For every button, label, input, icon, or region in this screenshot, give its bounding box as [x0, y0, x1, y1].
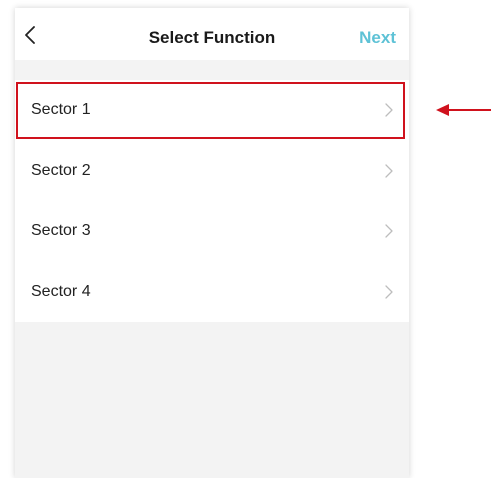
list-item-sector-2[interactable]: Sector 2 — [15, 141, 409, 202]
sector-list: Sector 1 Sector 2 Sector 3 Sector 4 — [15, 80, 409, 322]
arrow-left-icon — [436, 104, 491, 116]
list-item-label: Sector 2 — [31, 161, 91, 179]
list-item-label: Sector 1 — [31, 101, 91, 119]
page-title: Select Function — [148, 28, 276, 47]
list-item-label: Sector 4 — [31, 282, 91, 300]
list-item-label: Sector 3 — [31, 222, 91, 240]
list-item-sector-1[interactable]: Sector 1 — [15, 80, 409, 141]
nav-header: Select Function Next — [15, 8, 409, 60]
chevron-right-icon — [385, 103, 393, 117]
chevron-right-icon — [385, 285, 393, 299]
list-item-sector-4[interactable]: Sector 4 — [15, 262, 409, 323]
next-button[interactable]: Next — [359, 28, 396, 48]
list-item-sector-3[interactable]: Sector 3 — [15, 201, 409, 262]
app-screen: Select Function Next Sector 1 Sector 2 S… — [15, 8, 409, 478]
chevron-right-icon — [385, 224, 393, 238]
chevron-right-icon — [385, 164, 393, 178]
